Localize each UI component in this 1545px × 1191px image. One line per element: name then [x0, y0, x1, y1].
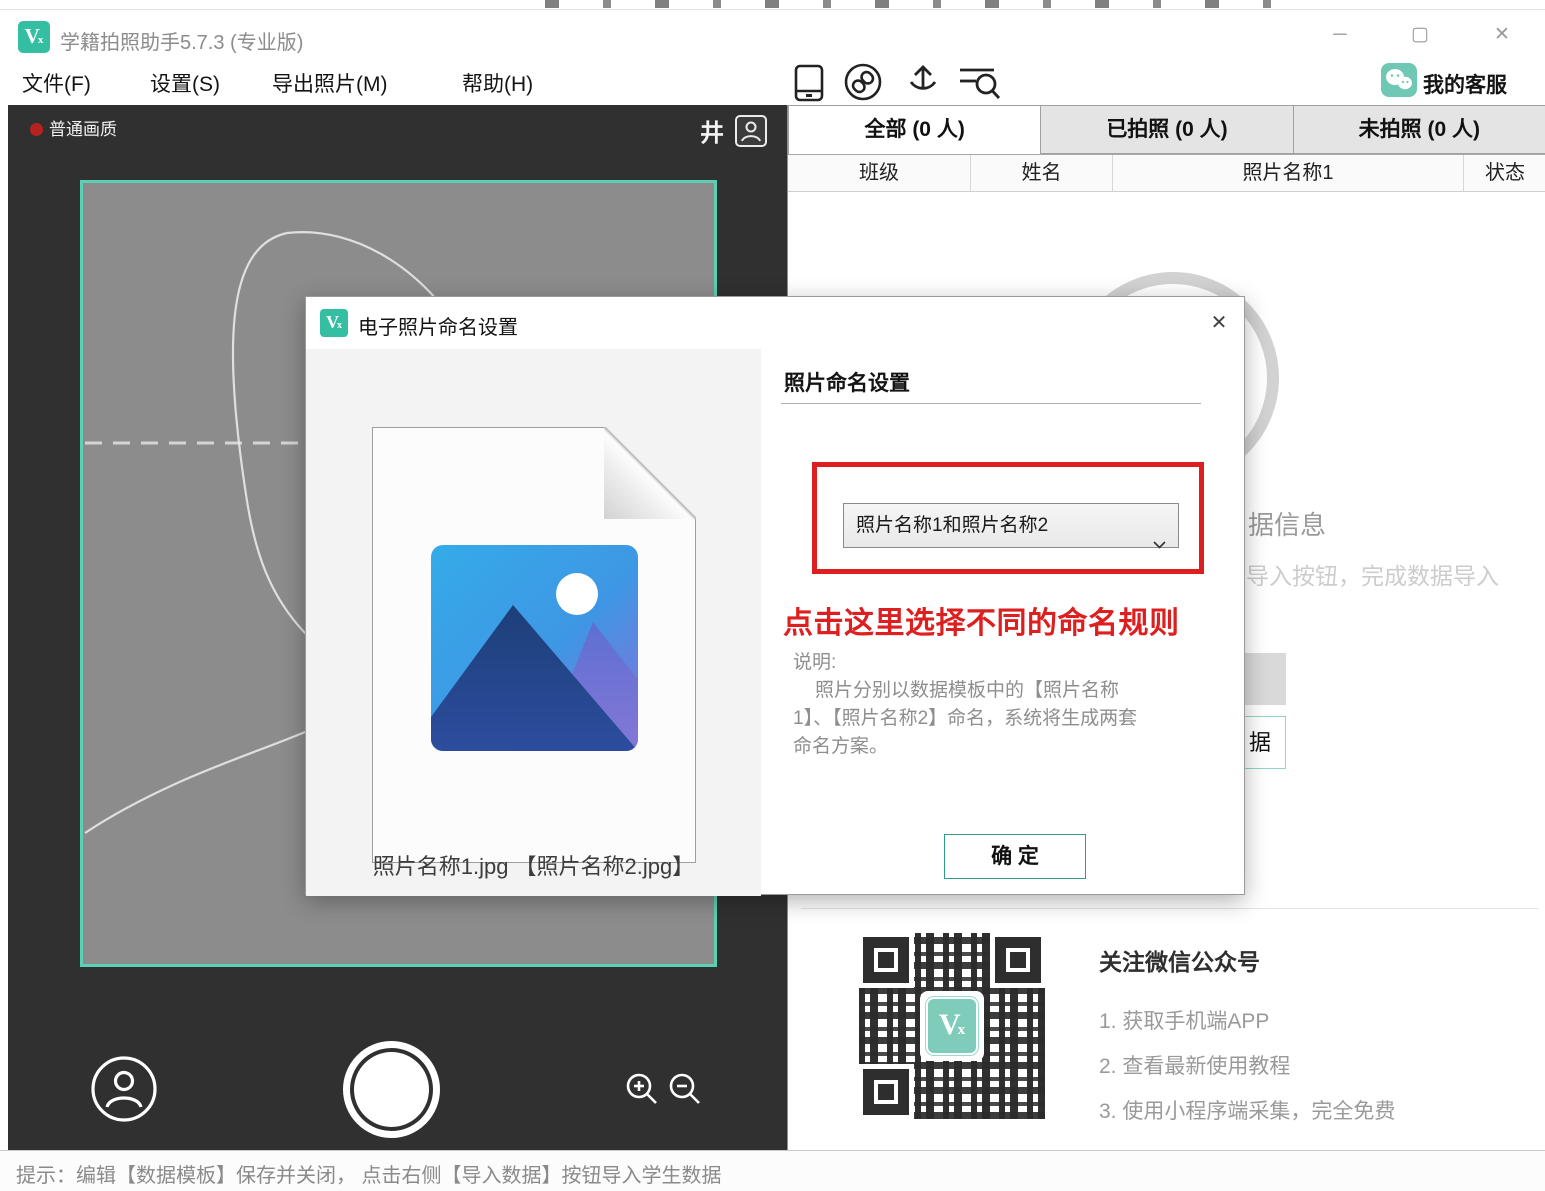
filename-preview: 照片名称1.jpg 【照片名称2.jpg】	[306, 849, 761, 881]
note-line: 照片分别以数据模板中的【照片名称	[793, 677, 1213, 705]
link-icon[interactable]	[843, 62, 883, 102]
recording-dot-icon	[30, 123, 43, 136]
tab-all[interactable]: 全部 (0 人)	[788, 105, 1041, 154]
profile-button[interactable]	[90, 1055, 158, 1128]
customer-service-label: 我的客服	[1423, 69, 1507, 99]
qr-center-logo: Vx	[920, 991, 984, 1061]
file-page-icon	[372, 427, 696, 863]
minimize-button[interactable]: ─	[1320, 20, 1360, 50]
upload-icon[interactable]	[903, 62, 943, 102]
dialog-title: 电子照片命名设置	[358, 311, 518, 340]
promo-divider	[801, 908, 1538, 909]
dialog-title-bar: Vx 电子照片命名设置 ✕	[306, 297, 1244, 349]
quality-label: 普通画质	[49, 115, 117, 140]
page-fold-corner	[604, 427, 696, 519]
confirm-button[interactable]: 确 定	[944, 834, 1086, 879]
status-bar: 提示：编辑【数据模板】保存并关闭， 点击右侧【导入数据】按钮导入学生数据	[0, 1150, 1545, 1191]
qr-finder-icon	[995, 937, 1041, 983]
dialog-app-icon: Vx	[320, 309, 348, 337]
menu-bar: 文件(F) 设置(S) 导出照片(M) 帮助(H)	[0, 60, 1545, 105]
promo-item-2: 2. 查看最新使用教程	[1099, 1050, 1290, 1080]
note-line: 1】、【照片名称2】命名，系统将生成两套	[793, 705, 1213, 733]
customer-service[interactable]: 我的客服	[1381, 62, 1541, 100]
dialog-preview-pane	[306, 349, 761, 896]
background-cropped-glyphs	[545, 0, 1315, 8]
maximize-button[interactable]: ▢	[1400, 20, 1440, 50]
zoom-out-icon[interactable]	[666, 1070, 704, 1113]
col-status: 状态	[1464, 155, 1545, 191]
shutter-button[interactable]	[343, 1041, 440, 1138]
shutter-inner	[354, 1052, 429, 1127]
wechat-qr-code: Vx	[859, 933, 1045, 1119]
section-underline	[781, 403, 1201, 404]
promo-heading: 关注微信公众号	[1099, 943, 1260, 977]
zoom-in-icon[interactable]	[623, 1070, 661, 1113]
tab-photographed[interactable]: 已拍照 (0 人)	[1041, 105, 1293, 154]
tab-not-photographed[interactable]: 未拍照 (0 人)	[1294, 105, 1545, 154]
col-class: 班级	[788, 155, 971, 191]
note-line: 命名方案。	[793, 733, 1213, 761]
empty-state-hint-fragment: 导入按钮，完成数据导入	[1246, 557, 1499, 591]
mobile-device-icon[interactable]	[791, 64, 827, 102]
close-button[interactable]: ✕	[1482, 20, 1522, 50]
app-window: Vx 学籍拍照助手5.7.3 (专业版) ─ ▢ ✕ 文件(F) 设置(S) 导…	[0, 0, 1545, 1191]
qr-finder-icon	[863, 1069, 909, 1115]
image-thumbnail-icon	[431, 545, 638, 751]
tab-bar: 全部 (0 人) 已拍照 (0 人) 未拍照 (0 人)	[788, 105, 1545, 155]
note-line: 说明:	[793, 649, 1213, 677]
dialog-close-icon[interactable]: ✕	[1204, 309, 1234, 339]
promo-item-1: 1. 获取手机端APP	[1099, 1005, 1269, 1035]
promo-item-3: 3. 使用小程序端采集，完全免费	[1099, 1095, 1395, 1125]
menu-help[interactable]: 帮助(H)	[462, 68, 533, 98]
qr-finder-icon	[863, 937, 909, 983]
status-text: 提示：编辑【数据模板】保存并关闭， 点击右侧【导入数据】按钮导入学生数据	[16, 1159, 722, 1188]
window-title: 学籍拍照助手5.7.3 (专业版)	[60, 26, 303, 55]
table-header: 班级 姓名 照片名称1 状态	[788, 155, 1545, 192]
portrait-guide-button[interactable]	[735, 115, 767, 147]
naming-section-heading: 照片命名设置	[784, 367, 910, 397]
title-bar: Vx 学籍拍照助手5.7.3 (专业版) ─ ▢ ✕	[0, 9, 1545, 60]
menu-file[interactable]: 文件(F)	[22, 68, 91, 98]
menu-settings[interactable]: 设置(S)	[150, 68, 220, 98]
chevron-down-icon	[1153, 522, 1166, 565]
naming-rule-select[interactable]: 照片名称1和照片名称2	[843, 503, 1179, 548]
search-list-icon[interactable]	[958, 66, 1002, 102]
tutorial-annotation: 点击这里选择不同的命名规则	[783, 598, 1180, 642]
empty-state-heading-fragment: 据信息	[1248, 505, 1326, 542]
col-photo-name1: 照片名称1	[1113, 155, 1464, 191]
photo-naming-dialog: Vx 电子照片命名设置 ✕	[305, 296, 1245, 895]
wechat-icon	[1381, 63, 1417, 102]
naming-rule-value: 照片名称1和照片名称2	[856, 515, 1048, 536]
grid-toggle-icon[interactable]: 井	[700, 113, 724, 148]
naming-note: 说明: 照片分别以数据模板中的【照片名称 1】、【照片名称2】命名，系统将生成两…	[793, 649, 1213, 761]
col-name: 姓名	[971, 155, 1113, 191]
app-logo-icon: Vx	[18, 21, 50, 53]
menu-export-photos[interactable]: 导出照片(M)	[272, 68, 387, 98]
